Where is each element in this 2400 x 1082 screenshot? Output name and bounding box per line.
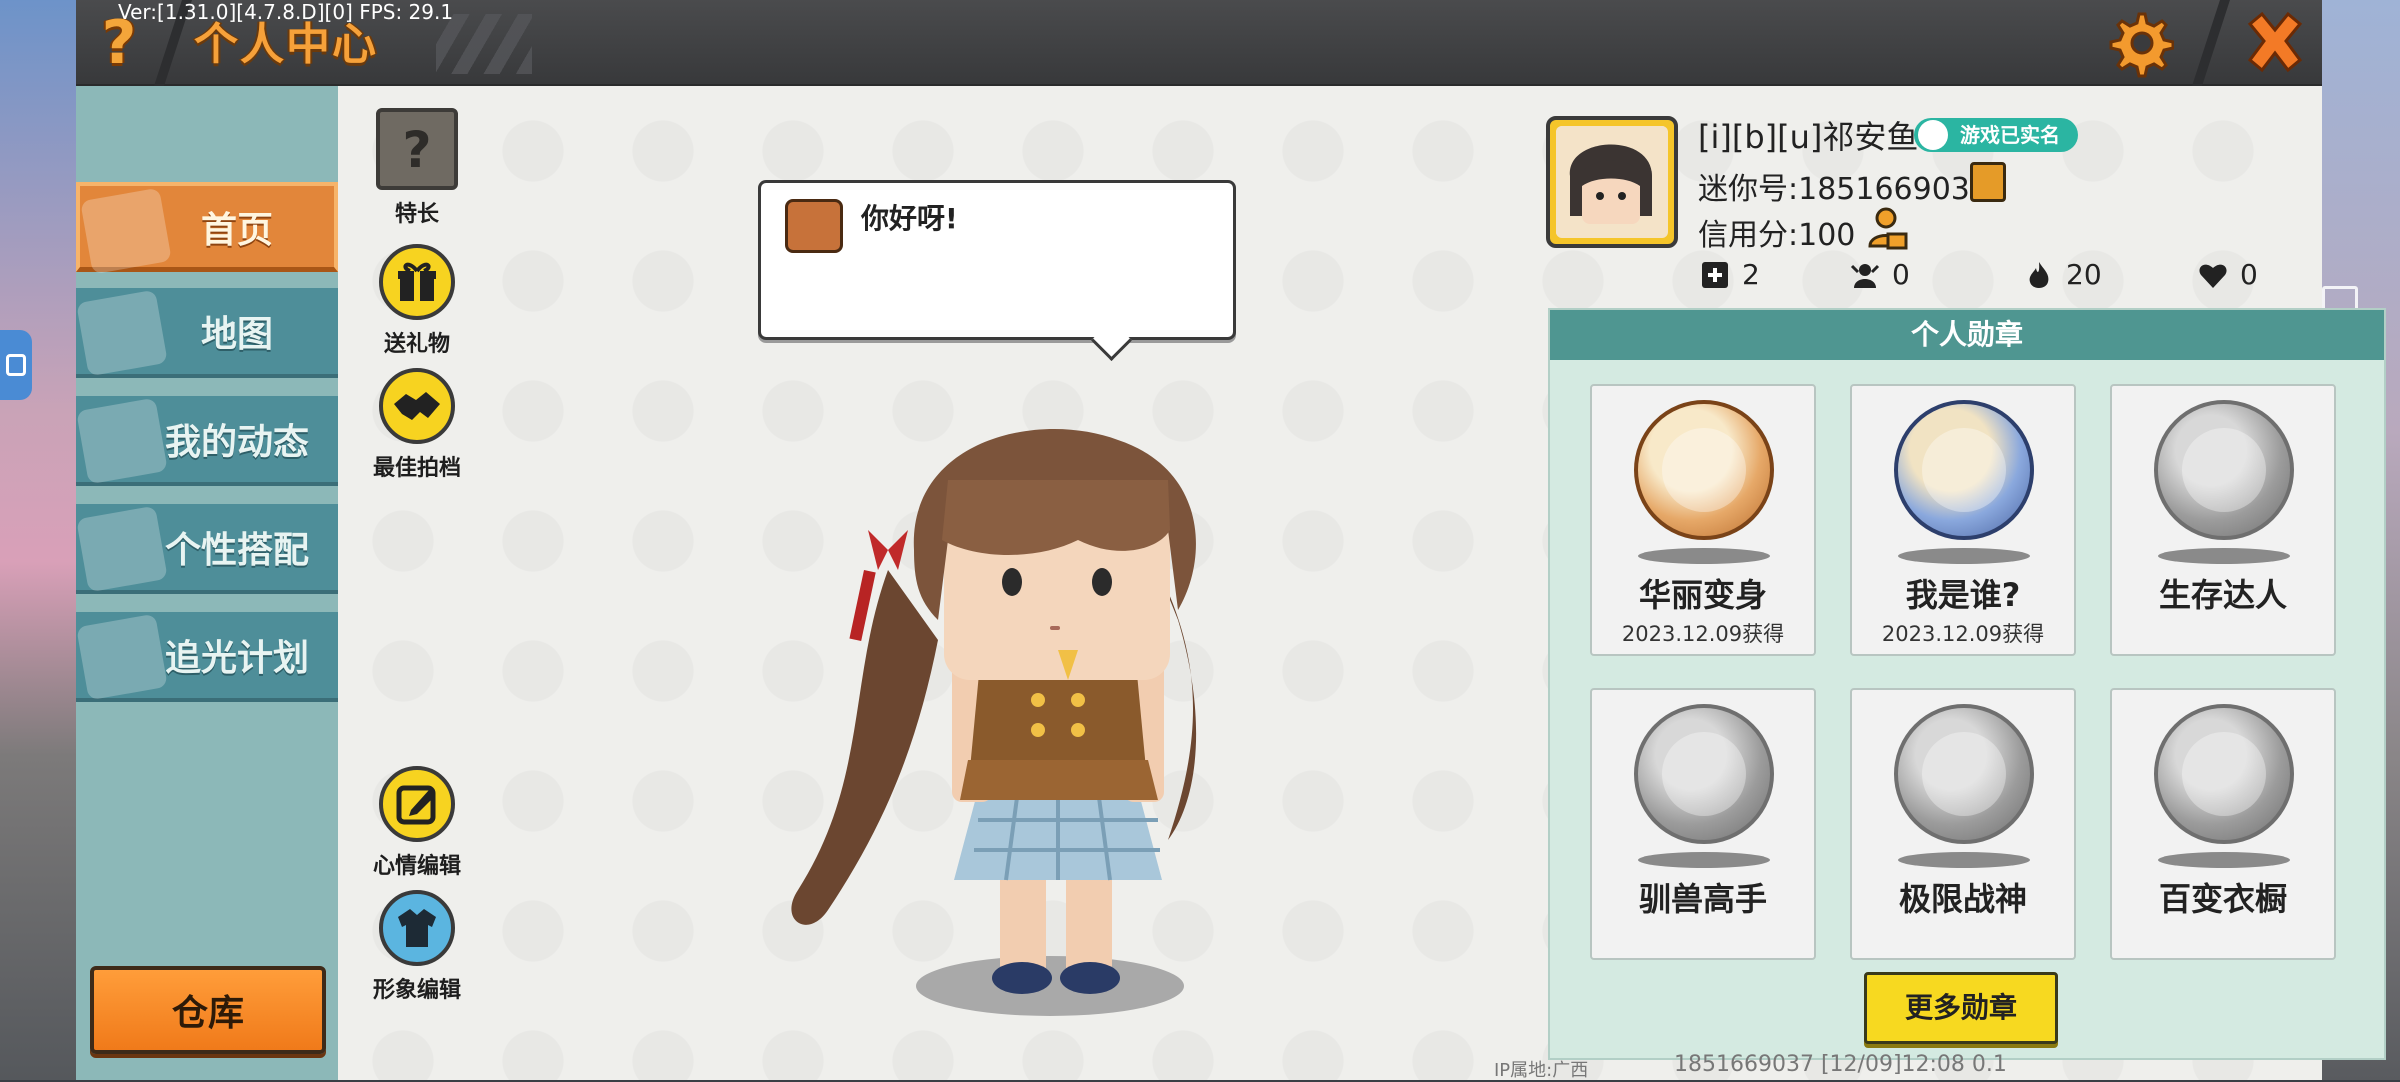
sidebar: 首页 地图 我的动态 个性搭配 追光计划 仓库 — [76, 86, 338, 1080]
floating-edge-icon[interactable] — [0, 330, 32, 400]
medal-panel-title: 个人勋章 — [1550, 310, 2384, 360]
stat-fans[interactable]: 0 — [1850, 258, 1910, 291]
medal-date: 2023.12.09获得 — [1852, 618, 2074, 648]
credit-info-icon[interactable] — [1866, 206, 1910, 250]
handshake-icon — [379, 368, 455, 444]
main-panel: ? 特长 送礼物 最佳拍档 心情编辑 形象编辑 — [338, 86, 2322, 1080]
dinosaur-medal-icon — [1634, 400, 1774, 540]
medal-name: 百变衣橱 — [2112, 874, 2334, 920]
sidebar-item-home[interactable]: 首页 — [76, 182, 338, 272]
shirt-icon — [379, 890, 455, 966]
greeting-bubble[interactable]: 你好呀! — [758, 180, 1236, 340]
medal-card[interactable]: 驯兽高手 — [1590, 688, 1816, 960]
specialty-label: 特长 — [395, 196, 439, 228]
fan-icon — [1850, 260, 1880, 290]
gear-icon[interactable] — [2104, 8, 2174, 78]
stat-value: 0 — [1892, 258, 1910, 291]
player-character[interactable] — [738, 420, 1238, 1040]
stat-likes[interactable]: 0 — [2198, 258, 2258, 291]
medal-panel: 个人勋章 华丽变身 2023.12.09获得 我是谁? 2023.12.09获得… — [1548, 308, 2386, 1060]
gift-icon — [379, 244, 455, 320]
stat-popularity[interactable]: 20 — [2024, 258, 2102, 291]
avatar-edit-label: 形象编辑 — [373, 972, 461, 1004]
mini-id: 迷你号:1851669037 — [1698, 164, 1989, 208]
sidebar-item-my-updates[interactable]: 我的动态 — [76, 396, 338, 486]
sidebar-item-light-plan[interactable]: 追光计划 — [76, 612, 338, 702]
ip-location: IP属地:广西 — [1494, 1056, 1588, 1082]
mood-edit-button[interactable]: 心情编辑 — [362, 766, 472, 880]
sidebar-item-label: 首页 — [141, 201, 273, 253]
stat-friends[interactable]: 2 — [1700, 258, 1760, 291]
sidebar-item-label: 地图 — [141, 305, 273, 357]
stat-value: 2 — [1742, 258, 1760, 291]
medal-name: 生存达人 — [2112, 570, 2334, 616]
avatar[interactable] — [1546, 116, 1678, 248]
add-friend-icon — [1700, 260, 1730, 290]
sidebar-item-label: 追光计划 — [105, 629, 309, 681]
medal-card[interactable]: 我是谁? 2023.12.09获得 — [1850, 384, 2076, 656]
close-icon[interactable] — [2240, 8, 2310, 78]
wardrobe-medal-icon — [2154, 704, 2294, 844]
personal-center-window: ? 个人中心 Ver:[1.31.0][4.7.8.D][0] FPS: 29.… — [76, 0, 2322, 1080]
medal-card[interactable]: 华丽变身 2023.12.09获得 — [1590, 384, 1816, 656]
best-partner-label: 最佳拍档 — [373, 450, 461, 482]
gift-button[interactable]: 送礼物 — [362, 244, 472, 358]
credit-score: 信用分:100 — [1698, 210, 1855, 254]
medal-card[interactable]: 极限战神 — [1850, 688, 2076, 960]
medal-date: 2023.12.09获得 — [1592, 618, 1814, 648]
gift-label: 送礼物 — [384, 326, 450, 358]
medal-name: 驯兽高手 — [1592, 874, 1814, 920]
realname-verified-badge: 游戏已实名 — [1914, 118, 2078, 152]
medal-name: 我是谁? — [1852, 570, 2074, 616]
medal-card[interactable]: 百变衣橱 — [2110, 688, 2336, 960]
svg-text:?: ? — [402, 121, 431, 177]
edit-pencil-icon — [379, 766, 455, 842]
mood-edit-label: 心情编辑 — [373, 848, 461, 880]
heart-icon — [2198, 260, 2228, 290]
username: [i][b][u]祁安鱼 — [1698, 112, 1918, 158]
campfire-medal-icon — [2154, 400, 2294, 540]
sidebar-item-map[interactable]: 地图 — [76, 288, 338, 378]
footer-info: 1851669037 [12/09]12:08 0.1 — [1674, 1052, 2007, 1077]
stat-value: 0 — [2240, 258, 2258, 291]
copy-icon[interactable] — [1970, 162, 2006, 202]
divider — [2192, 0, 2230, 86]
medal-name: 华丽变身 — [1592, 570, 1814, 616]
sidebar-item-label: 个性搭配 — [105, 521, 309, 573]
avatar-edit-button[interactable]: 形象编辑 — [362, 890, 472, 1004]
beast-tamer-medal-icon — [1634, 704, 1774, 844]
specialty-button[interactable]: ? 特长 — [362, 108, 472, 228]
bubble-avatar-icon — [785, 199, 843, 253]
fps-debug-text: Ver:[1.31.0][4.7.8.D][0] FPS: 29.1 — [118, 0, 453, 24]
warehouse-button[interactable]: 仓库 — [90, 966, 326, 1054]
sidebar-item-outfit[interactable]: 个性搭配 — [76, 504, 338, 594]
best-partner-button[interactable]: 最佳拍档 — [362, 368, 472, 482]
medal-card[interactable]: 生存达人 — [2110, 384, 2336, 656]
question-box-icon: ? — [376, 108, 458, 190]
greeting-text: 你好呀! — [861, 197, 958, 237]
sidebar-item-label: 我的动态 — [105, 413, 309, 465]
fire-icon — [2024, 260, 2054, 290]
id-card-medal-icon — [1894, 400, 2034, 540]
boss-medal-icon — [1894, 704, 2034, 844]
stat-value: 20 — [2066, 258, 2102, 291]
more-medals-button[interactable]: 更多勋章 — [1864, 972, 2058, 1044]
medal-name: 极限战神 — [1852, 874, 2074, 920]
